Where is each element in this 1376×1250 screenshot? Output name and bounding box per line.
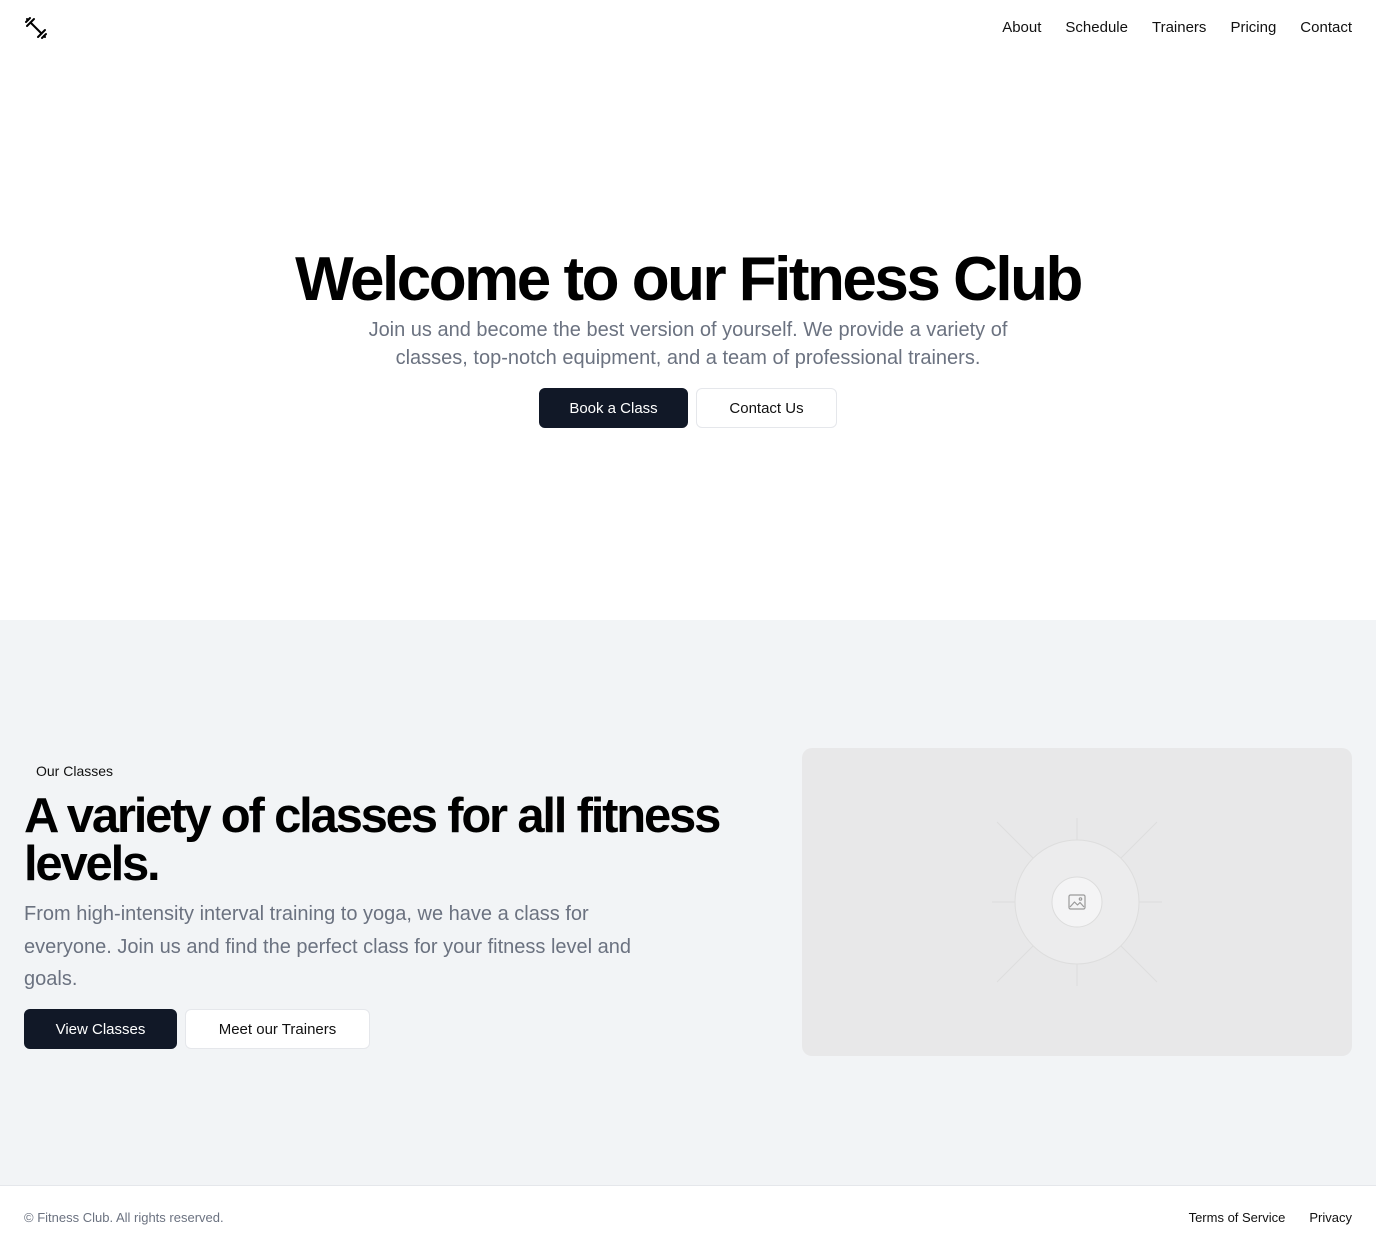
image-placeholder-icon xyxy=(992,818,1162,986)
nav-about[interactable]: About xyxy=(1002,18,1041,38)
section-badge: Our Classes xyxy=(36,763,114,779)
classes-section: Our Classes A variety of classes for all… xyxy=(0,620,1376,1186)
contact-us-button[interactable]: Contact Us xyxy=(696,388,837,428)
footer-links: Terms of Service Privacy xyxy=(1189,1210,1352,1226)
nav-contact[interactable]: Contact xyxy=(1300,18,1352,38)
book-class-button[interactable]: Book a Class xyxy=(539,388,688,428)
view-classes-button[interactable]: View Classes xyxy=(24,1009,177,1049)
nav-pricing[interactable]: Pricing xyxy=(1230,18,1276,38)
classes-title: A variety of classes for all fitness lev… xyxy=(24,789,721,891)
nav-schedule[interactable]: Schedule xyxy=(1065,18,1128,38)
site-header: About Schedule Trainers Pricing Contact xyxy=(0,0,1376,56)
classes-description: From high-intensity interval training to… xyxy=(24,903,632,990)
main-nav: About Schedule Trainers Pricing Contact xyxy=(1002,18,1352,38)
classes-image xyxy=(802,748,1352,1056)
terms-link[interactable]: Terms of Service xyxy=(1189,1210,1286,1226)
nav-trainers[interactable]: Trainers xyxy=(1152,18,1206,38)
dumbbell-icon[interactable] xyxy=(24,16,48,40)
hero-title: Welcome to our Fitness Club xyxy=(295,245,1083,314)
hero-subtitle: Join us and become the best version of y… xyxy=(368,319,1008,369)
copyright-text: © Fitness Club. All rights reserved. xyxy=(24,1210,224,1225)
meet-trainers-button[interactable]: Meet our Trainers xyxy=(185,1009,370,1049)
hero-buttons: Book a Class Contact Us xyxy=(0,388,1376,428)
privacy-link[interactable]: Privacy xyxy=(1309,1210,1352,1226)
classes-buttons: View Classes Meet our Trainers xyxy=(24,1009,370,1049)
hero-section: Welcome to our Fitness Club Join us and … xyxy=(0,56,1376,620)
site-footer: © Fitness Club. All rights reserved. Ter… xyxy=(0,1185,1376,1250)
